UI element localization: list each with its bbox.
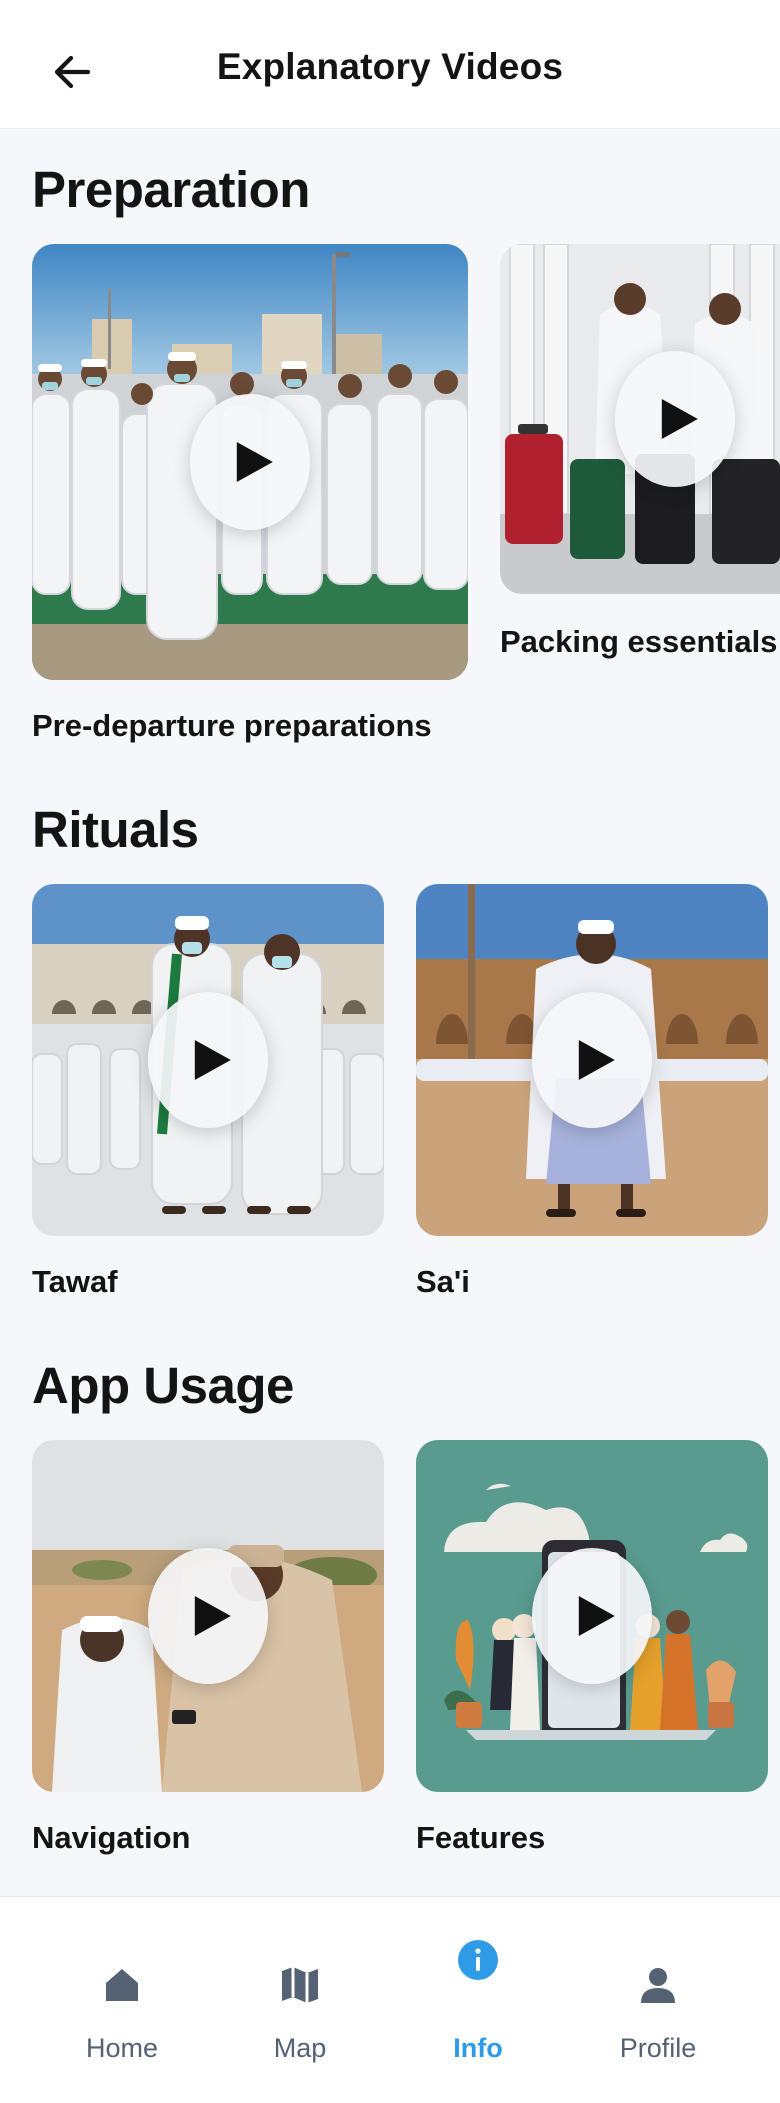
play-icon [578,1596,615,1636]
video-thumbnail-tawaf[interactable] [32,884,384,1236]
section-title-app-usage: App Usage [32,1357,294,1414]
nav-label: Home [85,2033,159,2063]
section-title-preparation: Preparation [32,161,310,218]
play-button[interactable] [615,351,735,487]
profile-icon [641,1968,675,2003]
play-icon [194,1040,231,1080]
video-title[interactable]: Pre-departure preparations [32,708,432,744]
play-icon [661,399,698,439]
play-button[interactable] [532,992,652,1128]
nav-item-map[interactable]: Map [210,1897,390,2103]
play-icon [194,1596,231,1636]
video-title[interactable]: Sa'i [416,1264,470,1300]
video-thumbnail-packing[interactable] [500,244,780,594]
nav-label: Profile [619,2033,697,2063]
play-button[interactable] [532,1548,652,1684]
nav-item-info[interactable]: Info [388,1897,568,2103]
video-thumbnail-sai[interactable] [416,884,768,1236]
play-button[interactable] [148,1548,268,1684]
nav-label: Map [273,2033,327,2063]
info-icon [458,1940,498,1980]
play-icon [236,442,273,482]
play-icon [578,1040,615,1080]
video-thumbnail-navigation[interactable] [32,1440,384,1792]
video-title[interactable]: Packing essentials [500,624,777,660]
page-title: Explanatory Videos [216,46,564,87]
section-title-rituals: Rituals [32,801,199,858]
nav-item-home[interactable]: Home [32,1897,212,2103]
video-thumbnail-pre-departure[interactable] [32,244,468,680]
video-title[interactable]: Features [416,1820,545,1856]
video-title[interactable]: Tawaf [32,1264,118,1300]
nav-label: Info [453,2033,503,2063]
map-icon [282,1967,318,2003]
video-title[interactable]: Navigation [32,1820,190,1856]
app-bar: Explanatory Videos [0,0,780,129]
nav-item-profile[interactable]: Profile [568,1897,748,2103]
bottom-navigation: Home Map Info Profile [0,1896,780,2103]
play-button[interactable] [190,394,310,530]
play-button[interactable] [148,992,268,1128]
video-thumbnail-features[interactable] [416,1440,768,1792]
home-icon [106,1969,138,2001]
